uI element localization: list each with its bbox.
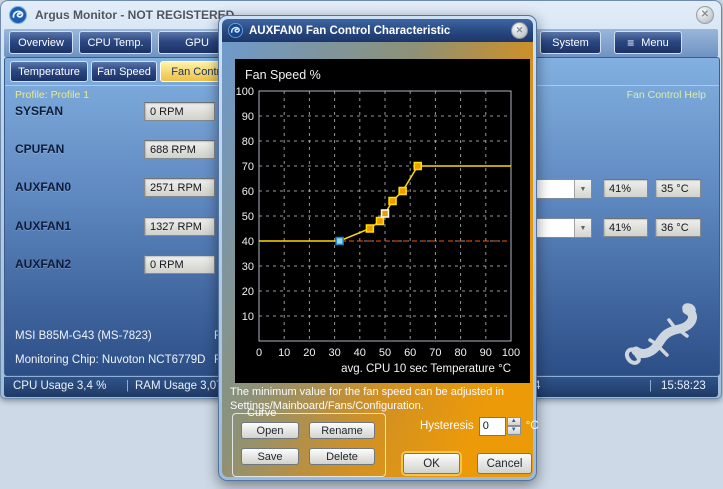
chart-text: 80 [454,347,466,359]
argus-logo-icon [228,23,243,38]
chart-text: 90 [242,111,254,123]
tab-overview[interactable]: Overview [9,31,73,54]
chart-text: 40 [354,347,366,359]
hysteresis-label: Hysteresis [420,420,474,432]
fan-temp-auxfan0: 35 °C [655,179,701,198]
chart-panel: Fan Speed % 10 20 30 40 50 60 70 80 90 100 0 10 20 30 4… [235,59,530,383]
profile-label: Profile: Profile 1 [15,89,89,101]
fan-name-auxfan2: AUXFAN2 [15,257,71,271]
fan-name-cpufan: CPUFAN [15,142,64,156]
hamburger-icon: ≡ [627,36,634,50]
chart-text: 100 [502,347,520,359]
curve-point[interactable] [399,188,406,195]
fan-control-help-link[interactable]: Fan Control Help [627,89,706,101]
fan-curve-chart[interactable]: Fan Speed % 10 20 30 40 50 60 70 80 90 100 0 10 20 30 4… [235,59,530,383]
menu-label: Menu [641,37,669,49]
open-button[interactable]: Open [241,422,299,439]
argus-gecko-logo [609,298,709,372]
chart-text: Fan Speed % [245,68,321,82]
chart-text: 70 [242,161,254,173]
curve-point[interactable] [376,218,383,225]
argus-logo-icon [9,6,27,24]
chart-text: 20 [303,347,315,359]
hysteresis-input[interactable] [479,417,506,436]
fan-temp-auxfan1: 36 °C [655,218,701,237]
curve-point[interactable] [336,238,343,245]
window-close-icon[interactable]: ✕ [696,6,714,24]
fan-name-sysfan: SYSFAN [15,104,63,118]
fan-rpm-auxfan1: 1327 RPM [144,217,215,236]
fan-rpm-cpufan: 688 RPM [144,140,215,159]
curve-group-label: Curve [243,407,280,419]
hysteresis-unit: °C [526,420,539,432]
tab-system[interactable]: System [540,31,601,54]
fan-rpm-auxfan0: 2571 RPM [144,178,215,197]
chart-text: 60 [404,347,416,359]
fan-pct-auxfan0: 41% [603,179,648,198]
fan-name-auxfan1: AUXFAN1 [15,219,71,233]
fan-rpm-sysfan: 0 RPM [144,102,215,121]
fan-control-dialog: AUXFAN0 Fan Control Characteristic ✕ Fan… [218,15,537,481]
cancel-button[interactable]: Cancel [477,453,532,474]
menu-button[interactable]: ≡ Menu [614,31,682,54]
curve-point[interactable] [414,163,421,170]
rename-button[interactable]: Rename [309,422,375,439]
chart-text: avg. CPU 10 sec Temperature °C [341,363,511,375]
chart-text: 20 [242,286,254,298]
chart-text: 100 [236,86,254,98]
fan-rpm-auxfan2: 0 RPM [144,255,215,274]
tab-temperature[interactable]: Temperature [10,61,88,82]
chart-text: 70 [429,347,441,359]
dialog-body: Fan Speed % 10 20 30 40 50 60 70 80 90 100 0 10 20 30 4… [222,42,533,477]
delete-button[interactable]: Delete [309,448,375,465]
fan-pct-auxfan1: 41% [603,218,648,237]
dialog-titlebar[interactable]: AUXFAN0 Fan Control Characteristic ✕ [222,19,533,42]
monitoring-chip-label: Monitoring Chip: Nuvoton NCT6779D [15,354,205,366]
ok-button[interactable]: OK [403,453,460,474]
chart-text: 50 [242,211,254,223]
clock-label: 15:58:23 [661,380,706,392]
dialog-close-icon[interactable]: ✕ [511,22,528,39]
chart-text: 40 [242,236,254,248]
divider: | [649,380,652,392]
spin-down-icon[interactable]: ▼ [507,426,521,435]
hysteresis-row: Hysteresis ▲ ▼ °C [420,416,539,436]
chart-text: 30 [328,347,340,359]
hysteresis-spinner: ▲ ▼ [507,417,521,435]
chart-text: 80 [242,136,254,148]
chart-text: 60 [242,186,254,198]
save-button[interactable]: Save [241,448,299,465]
curve-point[interactable] [366,225,373,232]
chevron-down-icon[interactable]: ▼ [574,180,591,198]
curve-point[interactable] [389,198,396,205]
divider: | [126,380,129,392]
chart-text: 0 [256,347,262,359]
tab-fan-speed[interactable]: Fan Speed [91,61,157,82]
chevron-down-icon[interactable]: ▼ [574,219,591,237]
chart-text: 50 [379,347,391,359]
spin-up-icon[interactable]: ▲ [507,417,521,426]
chart-text: 10 [278,347,290,359]
curve-point[interactable] [382,210,389,217]
dialog-title: AUXFAN0 Fan Control Characteristic [249,25,450,37]
cpu-usage-label: CPU Usage 3,4 % [13,380,106,392]
tab-cpu-temp[interactable]: CPU Temp. [79,31,152,54]
curve-groupbox: Curve Open Rename Save Delete [232,413,386,477]
fan-name-auxfan0: AUXFAN0 [15,180,71,194]
chart-text: 30 [242,261,254,273]
chart-text: 90 [480,347,492,359]
mainboard-label: MSI B85M-G43 (MS-7823) [15,330,152,342]
window-title: Argus Monitor - NOT REGISTERED [35,8,234,22]
chart-text: 10 [242,311,254,323]
